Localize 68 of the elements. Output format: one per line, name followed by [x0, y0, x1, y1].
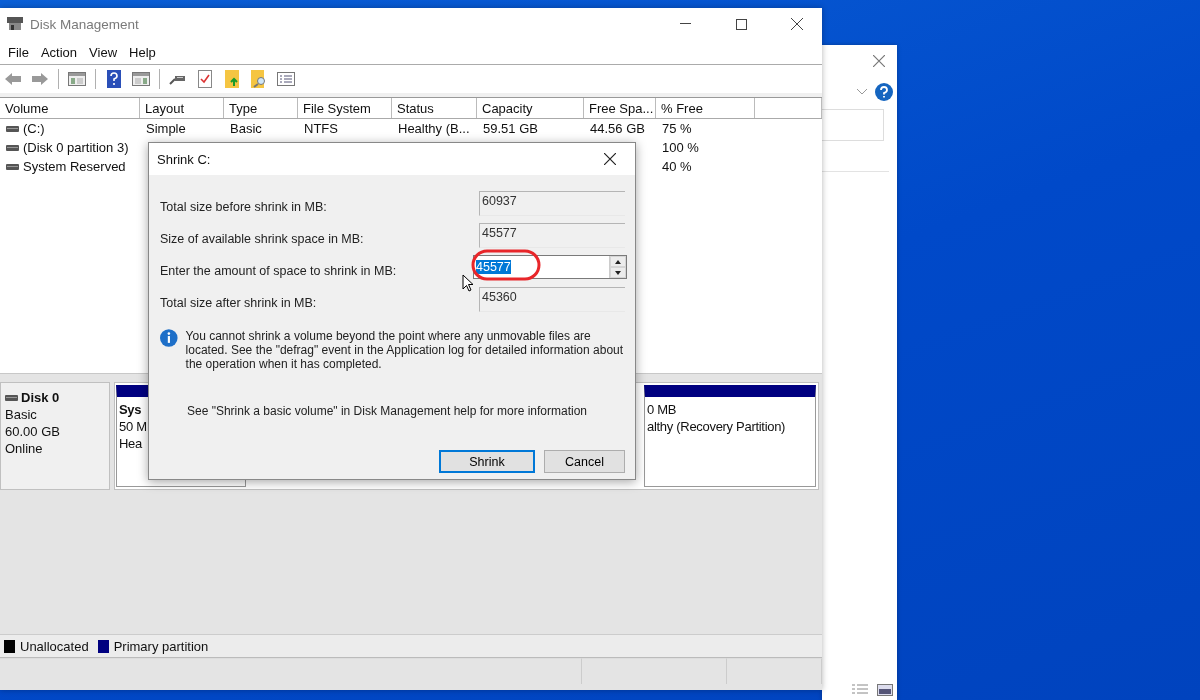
disk-status: Online [5, 440, 44, 457]
window-title: Disk Management [30, 16, 140, 32]
maximize-icon [735, 18, 747, 30]
partition-name: Sys [119, 401, 142, 418]
close-icon [791, 18, 803, 30]
preview-view-icon[interactable] [877, 684, 893, 696]
partition-info: 0 MB [647, 401, 677, 418]
close-icon [604, 153, 616, 165]
info-icon [160, 329, 178, 347]
close-icon[interactable] [873, 55, 885, 67]
spin-down-icon[interactable] [610, 267, 626, 278]
readonly-field: 60937 [479, 190, 625, 216]
partition-info: althy (Recovery Partition) [647, 418, 786, 435]
help-message: See "Shrink a basic volume" in Disk Management help for more information [187, 404, 589, 418]
drive-icon [6, 163, 19, 170]
table-cell: Simple [146, 121, 186, 136]
table-cell: Basic [230, 121, 262, 136]
column-header[interactable]: % Free [656, 98, 755, 118]
menu-item[interactable]: File [2, 42, 35, 62]
disk-size: 60.00 GB [5, 423, 61, 440]
field-label: Enter the amount of space to shrink in MB: [160, 264, 397, 278]
legend-label: Unallocated [20, 638, 89, 654]
table-cell: 100 % [662, 140, 699, 155]
drive-icon [6, 125, 19, 132]
background-panel [822, 109, 884, 141]
column-header[interactable]: Layout [140, 98, 224, 118]
table-cell: 75 % [662, 121, 692, 136]
field-label: Total size after shrink in MB: [160, 296, 317, 310]
field-label: Size of available shrink space in MB: [160, 232, 364, 246]
table-cell: 44.56 GB [590, 121, 645, 136]
column-header[interactable]: Status [392, 98, 477, 118]
dialog-button[interactable]: Cancel [544, 450, 625, 473]
table-cell: System Reserved [23, 159, 126, 174]
mouse-pointer-icon [462, 274, 474, 292]
column-header[interactable]: Capacity [477, 98, 584, 118]
drive-icon [5, 394, 18, 401]
app-icon [6, 17, 24, 31]
partition-info: 50 M [119, 418, 147, 435]
menu-item[interactable]: Action [34, 42, 84, 62]
menu-item[interactable]: Help [123, 42, 162, 62]
spin-up-icon[interactable] [610, 256, 626, 267]
info-message: You cannot shrink a volume beyond the point where any unmovable files are located. See the "defrag" event in the Application log for detailed information about the operation when it has completed. [185, 329, 625, 371]
disk-type: Basic [5, 406, 38, 423]
shrink-amount-spinbox[interactable]: 45577 [473, 255, 627, 279]
field-label: Total size before shrink in MB: [160, 200, 327, 214]
menu-item[interactable]: View [83, 42, 124, 62]
table-cell: NTFS [304, 121, 338, 136]
disk-name: Disk 0 [21, 389, 60, 406]
table-cell: (Disk 0 partition 3) [23, 140, 129, 155]
column-header[interactable]: File System [298, 98, 392, 118]
table-cell: (C:) [23, 121, 45, 136]
chevron-down-icon[interactable] [857, 89, 867, 95]
column-header[interactable]: Free Spa... [584, 98, 656, 118]
minimize-icon [679, 23, 691, 25]
column-header[interactable]: Type [224, 98, 298, 118]
column-header[interactable]: Volume [0, 98, 140, 118]
table-cell: 59.51 GB [483, 121, 538, 136]
table-cell: Healthy (B... [398, 121, 470, 136]
table-cell: 40 % [662, 159, 692, 174]
dialog-title: Shrink C: [157, 151, 212, 167]
drive-icon [6, 144, 19, 151]
dialog-button[interactable]: Shrink [439, 450, 535, 473]
partition-info: Hea [119, 435, 142, 452]
field-value: 45577 [476, 260, 511, 274]
readonly-field: 45360 [479, 286, 625, 312]
legend-label: Primary partition [113, 638, 209, 654]
readonly-field: 45577 [479, 222, 625, 248]
help-icon[interactable] [875, 83, 893, 101]
